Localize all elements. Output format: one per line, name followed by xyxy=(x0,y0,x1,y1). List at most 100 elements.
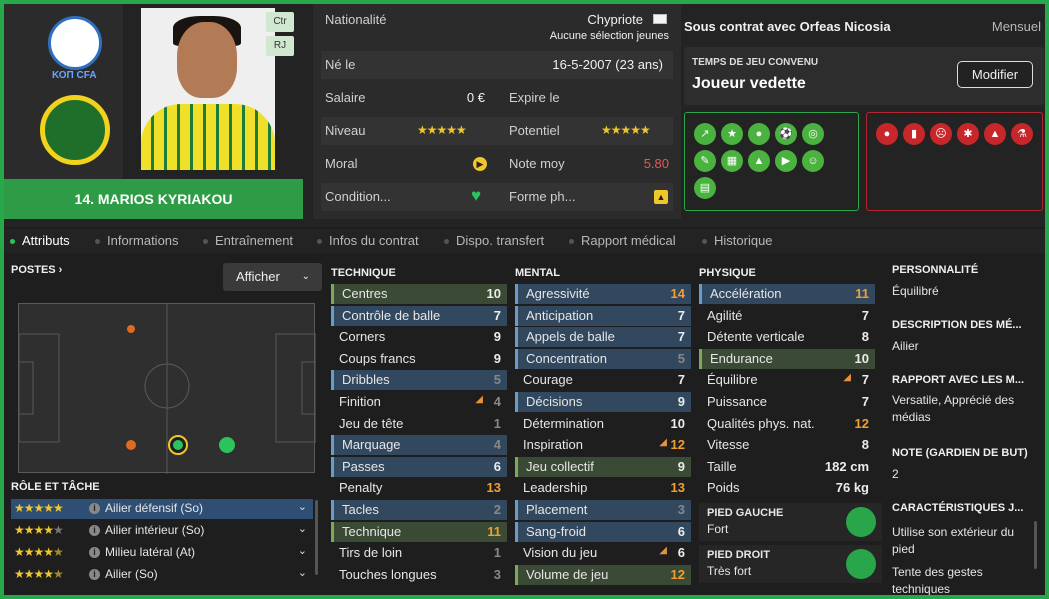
tab-contract[interactable]: Infos du contrat xyxy=(317,233,419,248)
trait-foot-icon[interactable]: ▲ xyxy=(748,150,770,172)
mental-row[interactable]: Jeu collectif 9 xyxy=(515,456,691,477)
technique-row[interactable]: Jeu de tête 1 xyxy=(331,414,507,434)
trait-card-icon[interactable]: ▮ xyxy=(903,123,925,145)
technique-row[interactable]: Finition 4 ◢ xyxy=(331,392,507,412)
physique-row[interactable]: Accélération 11 xyxy=(699,284,875,304)
club-badge[interactable] xyxy=(40,95,110,165)
tab-transfer[interactable]: Dispo. transfert xyxy=(444,233,544,248)
mental-row[interactable]: Décisions 9 xyxy=(515,392,691,412)
trait-head-icon[interactable]: ● xyxy=(748,123,770,145)
trait-paw-icon[interactable]: ● xyxy=(876,123,898,145)
physique-row[interactable]: Poids 76 kg xyxy=(699,478,875,498)
side-scrollbar[interactable] xyxy=(1034,521,1037,569)
mental-row[interactable]: Anticipation 7 xyxy=(515,305,691,326)
technique-row[interactable]: Centres 10 xyxy=(331,284,507,304)
position-dot-natural-ring[interactable] xyxy=(168,435,188,455)
tab-history[interactable]: Historique xyxy=(702,233,773,248)
trait-flask-icon[interactable]: ⚗ xyxy=(1011,123,1033,145)
level-label: Niveau xyxy=(325,123,366,138)
trait-pen-icon[interactable]: ✎ xyxy=(694,150,716,172)
form-up-icon[interactable]: ▲ xyxy=(654,190,668,204)
position-dot-average[interactable] xyxy=(126,440,136,450)
condition-heart-icon[interactable]: ♥ xyxy=(471,186,481,206)
tab-training[interactable]: Entraînement xyxy=(203,233,293,248)
trait-grid-icon[interactable]: ▦ xyxy=(721,150,743,172)
roles-scrollbar[interactable] xyxy=(315,500,318,575)
contract-period: Mensuel xyxy=(991,19,1041,34)
physique-row[interactable]: Vitesse 8 xyxy=(699,435,875,455)
info-icon[interactable]: i xyxy=(89,547,100,558)
role-row-2[interactable]: ★★★★★ i Milieu latéral (At) ⌄ xyxy=(11,543,313,563)
technique-row[interactable]: Dribbles 5 xyxy=(331,370,507,391)
technique-row[interactable]: Contrôle de balle 7 xyxy=(331,305,507,326)
tab-information[interactable]: Informations xyxy=(95,233,179,248)
trait-fracture-icon[interactable]: ✱ xyxy=(957,123,979,145)
chevron-down-icon[interactable]: ⌄ xyxy=(298,544,307,557)
position-pitch[interactable] xyxy=(18,303,316,474)
mental-row[interactable]: Sang-froid 6 xyxy=(515,521,691,542)
federation-badge[interactable] xyxy=(48,16,102,70)
modify-button[interactable]: Modifier xyxy=(957,61,1033,88)
role-row-3[interactable]: ★★★★★ i Ailier (So) ⌄ xyxy=(11,565,313,585)
physique-row[interactable]: Qualités phys. nat. 12 xyxy=(699,414,875,434)
trait-trend-icon[interactable]: ↗ xyxy=(694,123,716,145)
technique-row[interactable]: Tirs de loin 1 xyxy=(331,543,507,563)
technique-row[interactable]: Passes 6 xyxy=(331,456,507,477)
attribute-label: Concentration xyxy=(526,350,607,366)
mental-row[interactable]: Détermination 10 xyxy=(515,414,691,434)
trait-star-icon[interactable]: ★ xyxy=(721,123,743,145)
mental-row[interactable]: Leadership 13 xyxy=(515,478,691,498)
trait-warning-icon[interactable]: ▲ xyxy=(984,123,1006,145)
physique-row[interactable]: Détente verticale 8 xyxy=(699,327,875,347)
mental-row[interactable]: Agressivité 14 xyxy=(515,284,691,304)
mental-row[interactable]: Inspiration 12 ◢ xyxy=(515,435,691,455)
trait-target-icon[interactable]: ◎ xyxy=(802,123,824,145)
technique-row[interactable]: Technique 11 xyxy=(331,521,507,542)
mental-row[interactable]: Concentration 5 xyxy=(515,348,691,369)
player-name[interactable]: 14. MARIOS KYRIAKOU xyxy=(4,179,303,219)
role-row-0[interactable]: ★★★★★ i Ailier défensif (So) ⌄ xyxy=(11,499,313,519)
mental-row[interactable]: Vision du jeu 6 ◢ xyxy=(515,543,691,563)
technique-row[interactable]: Marquage 4 xyxy=(331,435,507,456)
show-dropdown[interactable]: Afficher ⌄ xyxy=(223,263,322,291)
trait-boot-icon[interactable]: ▶ xyxy=(775,150,797,172)
position-dot-natural[interactable] xyxy=(219,437,235,453)
physique-row[interactable]: Endurance 10 xyxy=(699,348,875,369)
physique-row[interactable]: Taille 182 cm xyxy=(699,457,875,477)
morale-icon[interactable]: ▶ xyxy=(473,157,487,171)
attribute-label: Taille xyxy=(707,458,737,474)
mental-row[interactable]: Appels de balle 7 xyxy=(515,327,691,348)
attribute-label: Tacles xyxy=(342,502,379,517)
nationality-value[interactable]: Chypriote xyxy=(587,12,643,27)
trait-angry-icon[interactable]: ☹ xyxy=(930,123,952,145)
info-icon[interactable]: i xyxy=(89,569,100,580)
tab-attributes[interactable]: Attributs xyxy=(10,233,70,248)
technique-row[interactable]: Corners 9 xyxy=(331,327,507,347)
mental-row[interactable]: Volume de jeu 12 xyxy=(515,564,691,585)
positions-title[interactable]: POSTES › xyxy=(11,264,62,276)
mental-row[interactable]: Courage 7 xyxy=(515,370,691,390)
mental-row[interactable]: Placement 3 xyxy=(515,500,691,520)
chevron-down-icon[interactable]: ⌄ xyxy=(298,500,307,513)
physique-row[interactable]: Agilité 7 xyxy=(699,306,875,326)
attribute-value: 7 xyxy=(493,307,501,323)
role-row-1[interactable]: ★★★★★ i Ailier intérieur (So) ⌄ xyxy=(11,521,313,541)
attribute-value: 7 xyxy=(677,372,685,388)
technique-row[interactable]: Penalty 13 xyxy=(331,478,507,498)
technique-row[interactable]: Coups francs 9 xyxy=(331,349,507,369)
tab-medical[interactable]: Rapport médical xyxy=(569,233,676,248)
technique-row[interactable]: Touches longues 3 xyxy=(331,565,507,585)
attribute-label: Détente verticale xyxy=(707,329,805,345)
chevron-down-icon[interactable]: ⌄ xyxy=(298,522,307,535)
trait-doc-icon[interactable]: ▤ xyxy=(694,177,716,199)
position-dot-weak[interactable] xyxy=(127,325,135,333)
contract-title[interactable]: Sous contrat avec Orfeas Nicosia xyxy=(684,19,891,34)
trait-ball-icon[interactable]: ⚽ xyxy=(775,123,797,145)
physique-row[interactable]: Équilibre 7 ◢ xyxy=(699,370,875,390)
chevron-down-icon[interactable]: ⌄ xyxy=(298,566,307,579)
physique-row[interactable]: Puissance 7 xyxy=(699,392,875,412)
trait-smile-icon[interactable]: ☺ xyxy=(802,150,824,172)
technique-row[interactable]: Tacles 2 xyxy=(331,500,507,520)
info-icon[interactable]: i xyxy=(89,525,100,536)
info-icon[interactable]: i xyxy=(89,503,100,514)
